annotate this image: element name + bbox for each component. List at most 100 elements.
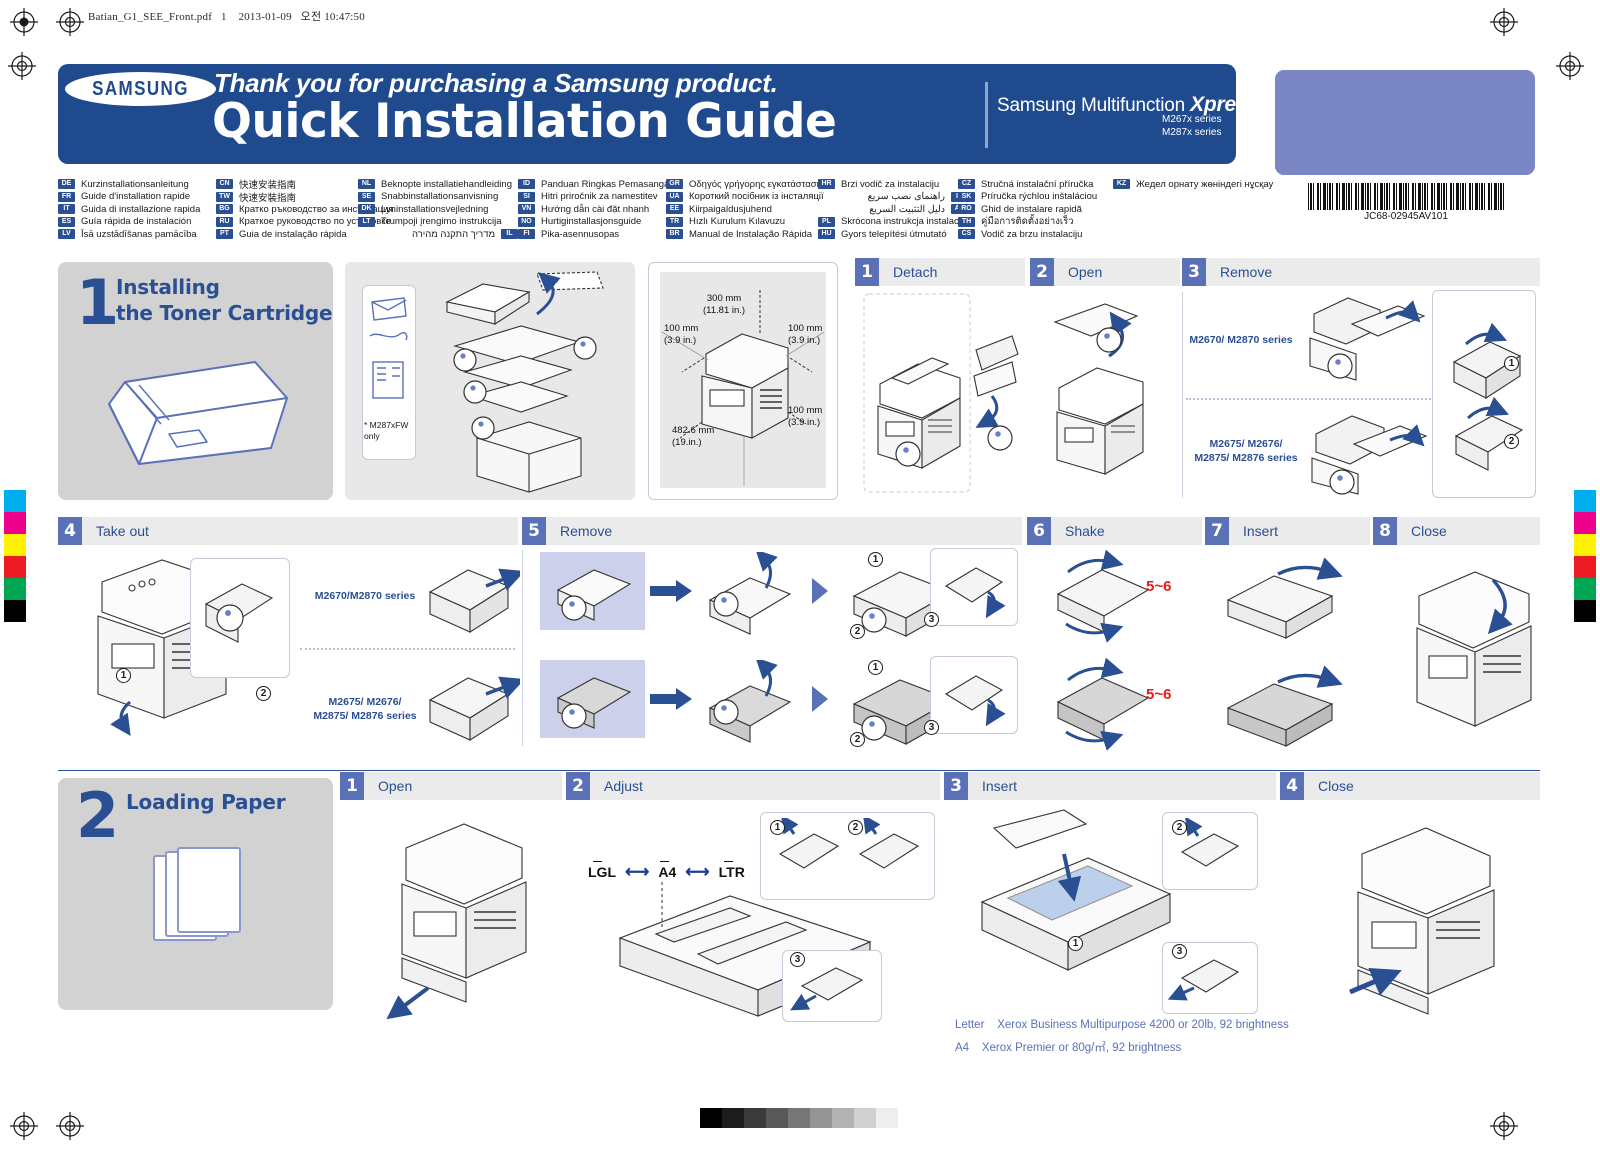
paper-step-1-number: 1	[340, 772, 364, 800]
language-title: Pika-asennusopas	[541, 228, 620, 240]
clearance-left-label: 100 mm (3.9 in.)	[664, 323, 699, 347]
language-row: EE Kiirpaigaldusjuhend	[666, 203, 831, 216]
step-5-badge-2-a: 2	[850, 624, 865, 639]
paper-note-letter-size: Letter	[955, 1019, 985, 1031]
registration-mark-top-left	[10, 8, 38, 36]
language-code-tag: GR	[666, 179, 683, 190]
language-code-tag: RO	[958, 204, 975, 215]
language-row: ES Guía rápida de instalación	[58, 216, 218, 229]
language-row: UA Короткий посібник із інсталяції	[666, 191, 831, 204]
print-page-number: 1	[220, 11, 227, 23]
step-5-divider	[522, 550, 523, 746]
calibration-swatches-right	[1574, 490, 1596, 622]
language-title: Vodič za brzu instalaciju	[981, 228, 1083, 240]
language-row: PL Skrócona instrukcja instalacji	[818, 216, 968, 229]
step-3-badge-2: 2	[1504, 434, 1519, 449]
paper-step-4-number: 4	[1280, 772, 1304, 800]
language-column-3: NL Beknopte installatiehandleiding SE Snabb…	[358, 178, 518, 241]
product-line-text: Samsung Multifunction	[997, 95, 1191, 116]
chapter-2-number: 2	[76, 779, 120, 852]
language-code-tag: TR	[666, 216, 683, 227]
language-row: IT Guida di installazione rapida	[58, 203, 218, 216]
paper-size-ltr: LTR	[719, 861, 745, 880]
step-1-illustration	[862, 292, 1022, 497]
language-row: NO Hurtiginstallasjonsguide	[518, 216, 678, 229]
language-row: TW 快速安裝指南	[216, 191, 376, 204]
language-code-tag: HR	[818, 179, 835, 190]
language-code-tag: TH	[958, 216, 975, 227]
step-3-illustration-b	[1300, 404, 1430, 500]
step-3-bar: 3 Remove	[1182, 258, 1540, 286]
toner-cartridge-illustration	[95, 352, 295, 472]
paper-step-3-number: 3	[944, 772, 968, 800]
language-title: Príručka rýchlou inštaláciou	[981, 191, 1098, 203]
unpack-footnote: * M287xFW only	[364, 420, 409, 441]
step-8-illustration	[1395, 552, 1545, 742]
chapter-1-title-line1: Installing	[116, 275, 220, 299]
language-title: คู่มือการติดตั้งอย่างเร็ว	[981, 216, 1074, 228]
step-5-next-arrow-b	[812, 686, 828, 712]
language-code-tag: ID	[518, 179, 535, 190]
language-code-tag: SK	[958, 191, 975, 202]
step-5-arrow-b	[650, 688, 692, 710]
language-column-5: GR Οδηγός γρήγορης εγκατάστασης UA Короткий…	[666, 178, 831, 241]
language-code-tag: DK	[358, 204, 375, 215]
language-code-tag: VN	[518, 204, 535, 215]
language-title: Guia de instalação rápida	[239, 228, 347, 240]
language-row: LV Īsā uzstādīšanas pamācība	[58, 228, 218, 241]
language-code-tag: FI	[518, 229, 535, 240]
language-row: SK Príručka rýchlou inštaláciou	[958, 191, 1113, 204]
color-swatch	[4, 578, 26, 600]
paper-step-2-number: 2	[566, 772, 590, 800]
language-title: מדריך התקנה מהירה	[411, 228, 495, 240]
step-2-illustration	[1035, 292, 1180, 497]
language-row: BG Кратко ръководство за инсталация	[216, 203, 394, 216]
color-swatch	[4, 534, 26, 556]
language-row: RU Краткое руководство по установке	[216, 216, 391, 229]
step-7-illustration-a	[1212, 548, 1364, 644]
paper-size-arrow-right: ⟷	[685, 862, 710, 881]
language-code-tag: IT	[58, 204, 75, 215]
color-swatch	[1574, 534, 1596, 556]
step-6-illustration-a	[1036, 548, 1166, 644]
registration-mark-top-right	[1490, 8, 1518, 36]
paper-note-a4-text: Xerox Premier or 80g/㎡, 92 brightness	[981, 1042, 1182, 1054]
step-5-result-a	[700, 552, 800, 642]
step-3-model-b-line1: M2675/ M2676/	[1209, 438, 1283, 450]
print-file-metadata: Batian_G1_SEE_Front.pdf 1 2013-01-09 오전 …	[88, 8, 365, 24]
registration-mark-left-upper	[8, 52, 36, 80]
step-7-label: Insert	[1243, 523, 1279, 539]
language-title: Stručná instalační příručka	[981, 178, 1094, 190]
language-title: راهنمای نصب سریع	[867, 191, 945, 203]
step-3-illustration-a	[1300, 288, 1430, 392]
language-title: Lyninstallationsvejledning	[381, 203, 489, 215]
paper-step-2-bar: 2 Adjust	[566, 772, 940, 800]
clearance-front-right-label: 100 mm (3.9 in.)	[788, 405, 823, 429]
language-title: Guida di installazione rapida	[81, 203, 201, 215]
language-title: Gyors telepítési útmutató	[841, 228, 947, 240]
step-8-label: Close	[1411, 523, 1447, 539]
language-code-tag: SI	[518, 191, 535, 202]
registration-mark-right-upper	[1556, 52, 1584, 80]
language-code-tag: DE	[58, 179, 75, 190]
samsung-wordmark: SAMSUNG	[92, 77, 189, 100]
language-title: Manual de Instalação Rápida	[689, 228, 813, 240]
language-column-8: KZ Жедел орнату жөніндегі нұсқау	[1113, 178, 1293, 191]
language-row: CN 快速安装指南	[216, 178, 376, 191]
step-1-number: 1	[855, 258, 879, 286]
paper-stack-illustration	[150, 846, 260, 956]
language-row: HR Brzi vodič za instalaciju	[818, 178, 968, 191]
grayscale-swatch	[744, 1108, 766, 1128]
language-title: Hurtiginstallasjonsguide	[541, 216, 642, 228]
chapter-1-title-line2: the Toner Cartridge	[116, 300, 333, 325]
language-title: Trumpoji įrengimo instrukcija	[381, 216, 502, 228]
step-6-illustration-b	[1036, 656, 1166, 752]
step-5-arrow-a	[650, 580, 692, 602]
language-column-4: ID Panduan Ringkas Pemasangan SI Hitri prir…	[518, 178, 678, 241]
chapter-1-title: Installing the Toner Cartridge	[116, 275, 333, 326]
color-swatch	[1574, 600, 1596, 622]
step-3-model-label-a: M2670/ M2870 series	[1189, 334, 1293, 346]
language-row: PT Guia de instalação rápida	[216, 228, 376, 241]
barcode	[1308, 183, 1504, 210]
grayscale-swatch	[722, 1108, 744, 1128]
